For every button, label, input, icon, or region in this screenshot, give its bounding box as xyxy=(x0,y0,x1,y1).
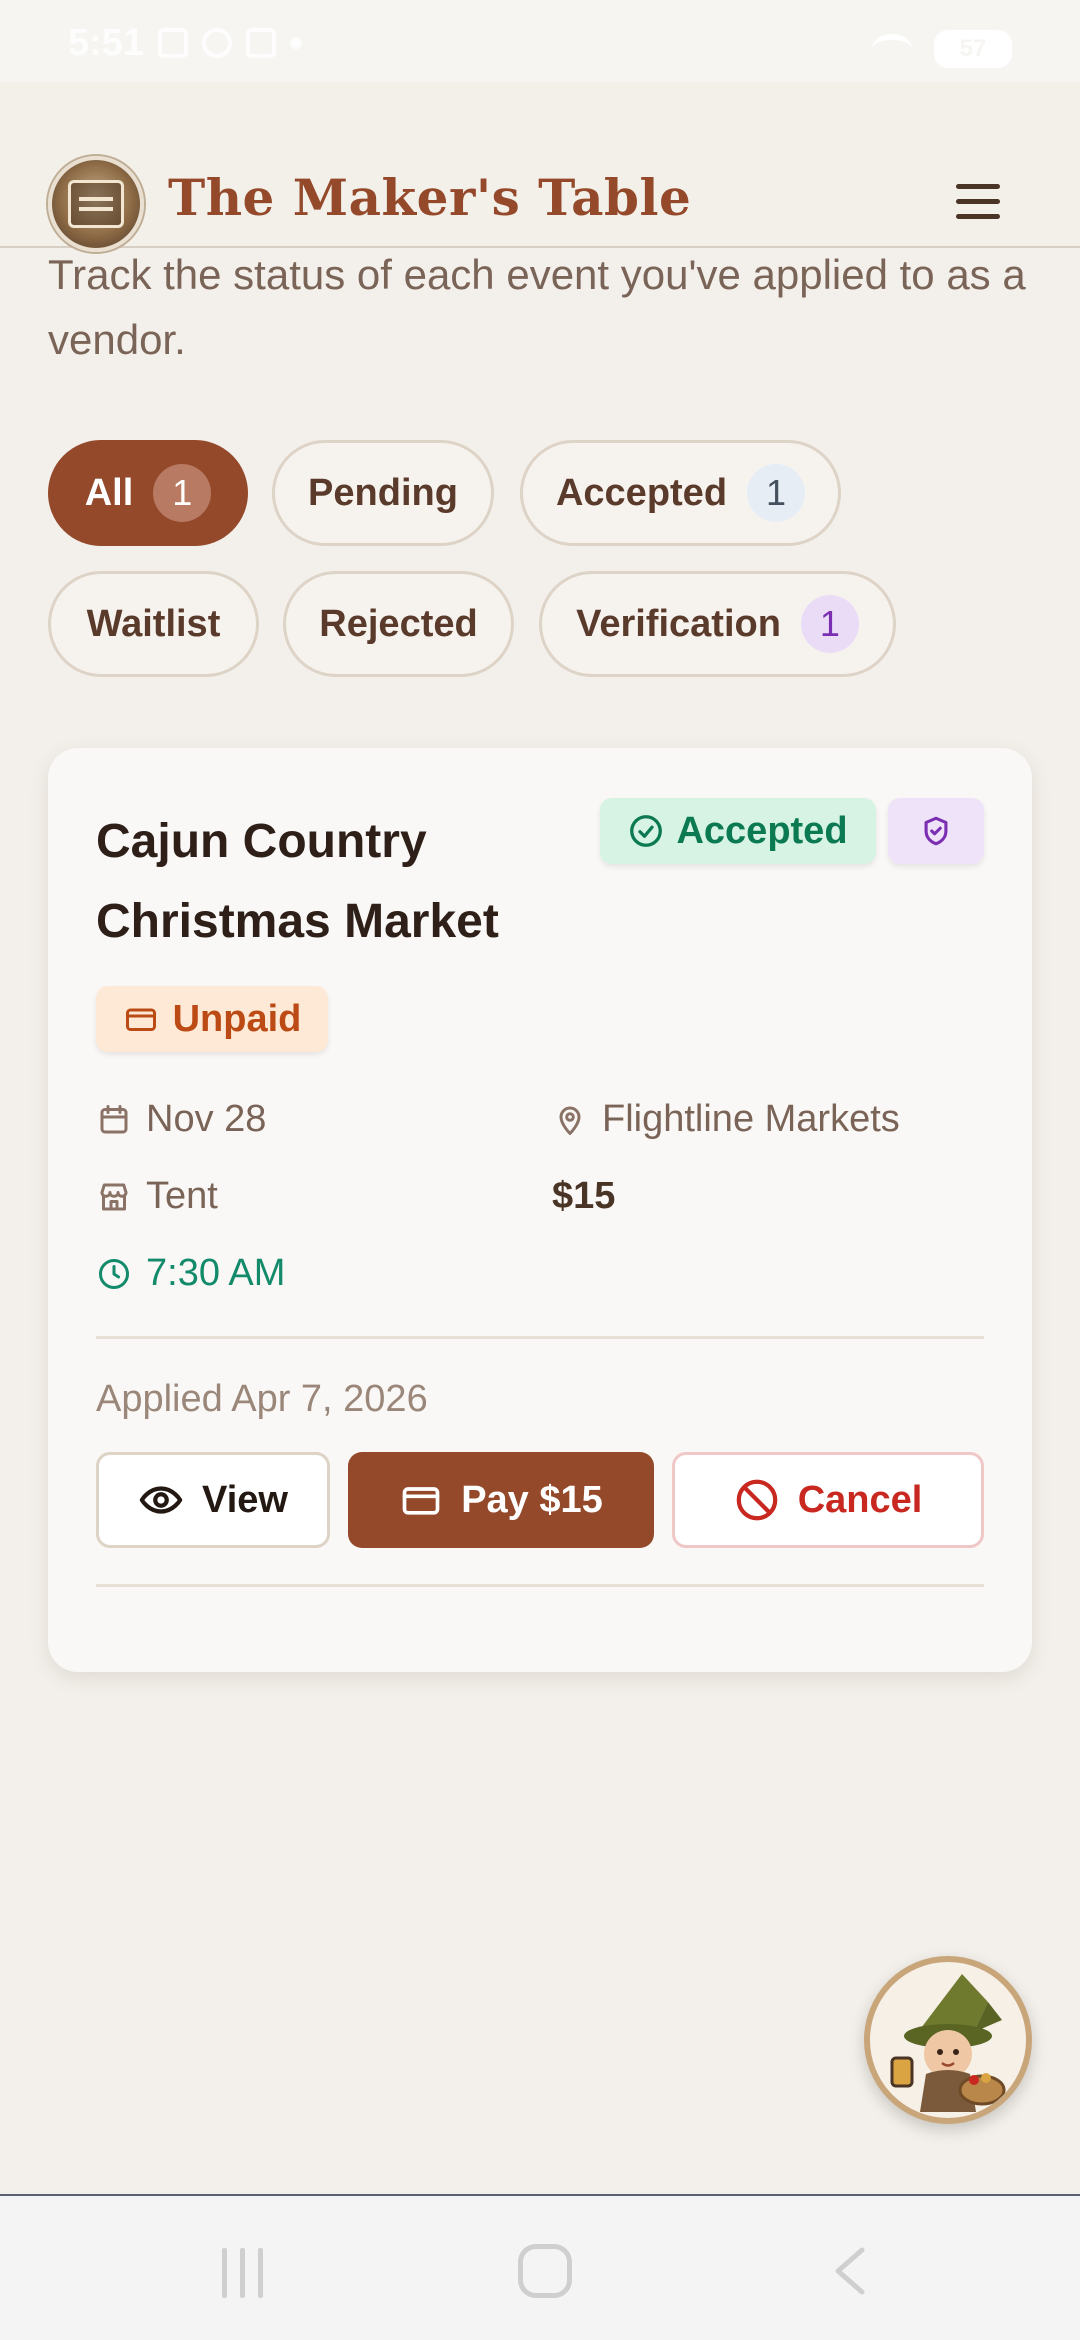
wifi-icon xyxy=(872,34,912,64)
card-divider xyxy=(96,1584,984,1587)
pay-button[interactable]: Pay $15 xyxy=(348,1452,654,1548)
filter-all[interactable]: All 1 xyxy=(48,440,248,546)
assistant-gnome-button[interactable] xyxy=(864,1956,1032,2124)
event-title: Cajun Country Christmas Market xyxy=(96,815,499,948)
event-location-text: Flightline Markets xyxy=(602,1098,900,1140)
system-nav-bar xyxy=(0,2194,1080,2340)
credit-card-icon xyxy=(402,1487,440,1515)
filter-pending[interactable]: Pending xyxy=(272,440,494,546)
ban-icon xyxy=(736,1479,778,1521)
filter-label: Waitlist xyxy=(86,602,221,645)
filter-label: All xyxy=(84,471,134,514)
filter-label: Pending xyxy=(308,471,458,514)
gnome-mascot-icon xyxy=(890,1974,1006,2112)
map-pin-icon xyxy=(559,1106,581,1135)
calendar-icon xyxy=(100,1104,128,1133)
filter-verification[interactable]: Verification 1 xyxy=(539,571,896,677)
home-icon[interactable] xyxy=(518,2244,572,2298)
filter-count: 1 xyxy=(747,464,806,522)
status-badge-label: Accepted xyxy=(676,809,848,852)
status-bar: 5:51 57 xyxy=(0,0,1080,82)
cancel-button[interactable]: Cancel xyxy=(672,1452,984,1548)
filter-waitlist[interactable]: Waitlist xyxy=(48,571,259,677)
filter-label: Verification xyxy=(576,602,781,645)
status-left: 5:51 xyxy=(68,22,303,64)
check-circle-icon xyxy=(630,815,663,847)
filter-count: 1 xyxy=(153,464,212,522)
status-time: 5:51 xyxy=(68,21,145,64)
event-price-text: $15 xyxy=(552,1175,616,1217)
event-date: Nov 28 xyxy=(96,1098,266,1141)
clock-icon xyxy=(99,1258,129,1289)
payment-badge-label: Unpaid xyxy=(172,997,302,1040)
app-title: The Maker's Table xyxy=(168,168,692,227)
event-time-text: 7:30 AM xyxy=(146,1252,286,1294)
filter-accepted[interactable]: Accepted 1 xyxy=(520,440,841,546)
filter-rejected[interactable]: Rejected xyxy=(283,571,514,677)
notification-icon xyxy=(246,28,277,58)
makers-table-logo-icon[interactable] xyxy=(48,156,144,252)
applied-date: Applied Apr 7, 2026 xyxy=(96,1378,428,1420)
view-button-label: View xyxy=(202,1478,288,1521)
dot-icon xyxy=(290,37,303,49)
cancel-button-label: Cancel xyxy=(797,1478,923,1521)
shield-check-icon xyxy=(924,816,948,846)
page-description: Track the status of each event you've ap… xyxy=(48,251,1026,363)
payment-badge: Unpaid xyxy=(96,986,328,1052)
event-date-text: Nov 28 xyxy=(146,1098,267,1140)
pay-button-label: Pay $15 xyxy=(461,1478,603,1521)
credit-card-icon xyxy=(125,1008,156,1031)
store-icon xyxy=(100,1183,128,1210)
event-time: 7:30 AM xyxy=(96,1252,285,1295)
hamburger-menu-icon[interactable] xyxy=(950,178,1006,226)
back-icon[interactable] xyxy=(830,2246,870,2296)
filter-label: Rejected xyxy=(319,602,478,645)
status-badge: Accepted xyxy=(600,798,876,864)
event-price: $15 xyxy=(552,1175,615,1218)
application-card: Cajun Country Christmas Market Accepted … xyxy=(48,748,1032,1672)
filter-count: 1 xyxy=(800,595,859,653)
battery-icon: 57 xyxy=(934,30,1012,68)
eye-icon xyxy=(139,1486,183,1514)
filter-label: Accepted xyxy=(555,471,728,514)
event-location: Flightline Markets xyxy=(552,1098,900,1141)
app-header: The Maker's Table xyxy=(0,82,1080,252)
card-divider xyxy=(96,1336,984,1339)
status-right: 57 xyxy=(872,30,1012,68)
accessibility-icon xyxy=(202,28,233,58)
verification-badge xyxy=(888,798,984,864)
event-spot-type: Tent xyxy=(96,1175,218,1218)
screenshot-icon xyxy=(158,28,189,58)
recent-apps-icon[interactable] xyxy=(218,2248,268,2298)
battery-level: 57 xyxy=(959,35,987,62)
event-spot-type-text: Tent xyxy=(146,1175,218,1217)
view-button[interactable]: View xyxy=(96,1452,330,1548)
